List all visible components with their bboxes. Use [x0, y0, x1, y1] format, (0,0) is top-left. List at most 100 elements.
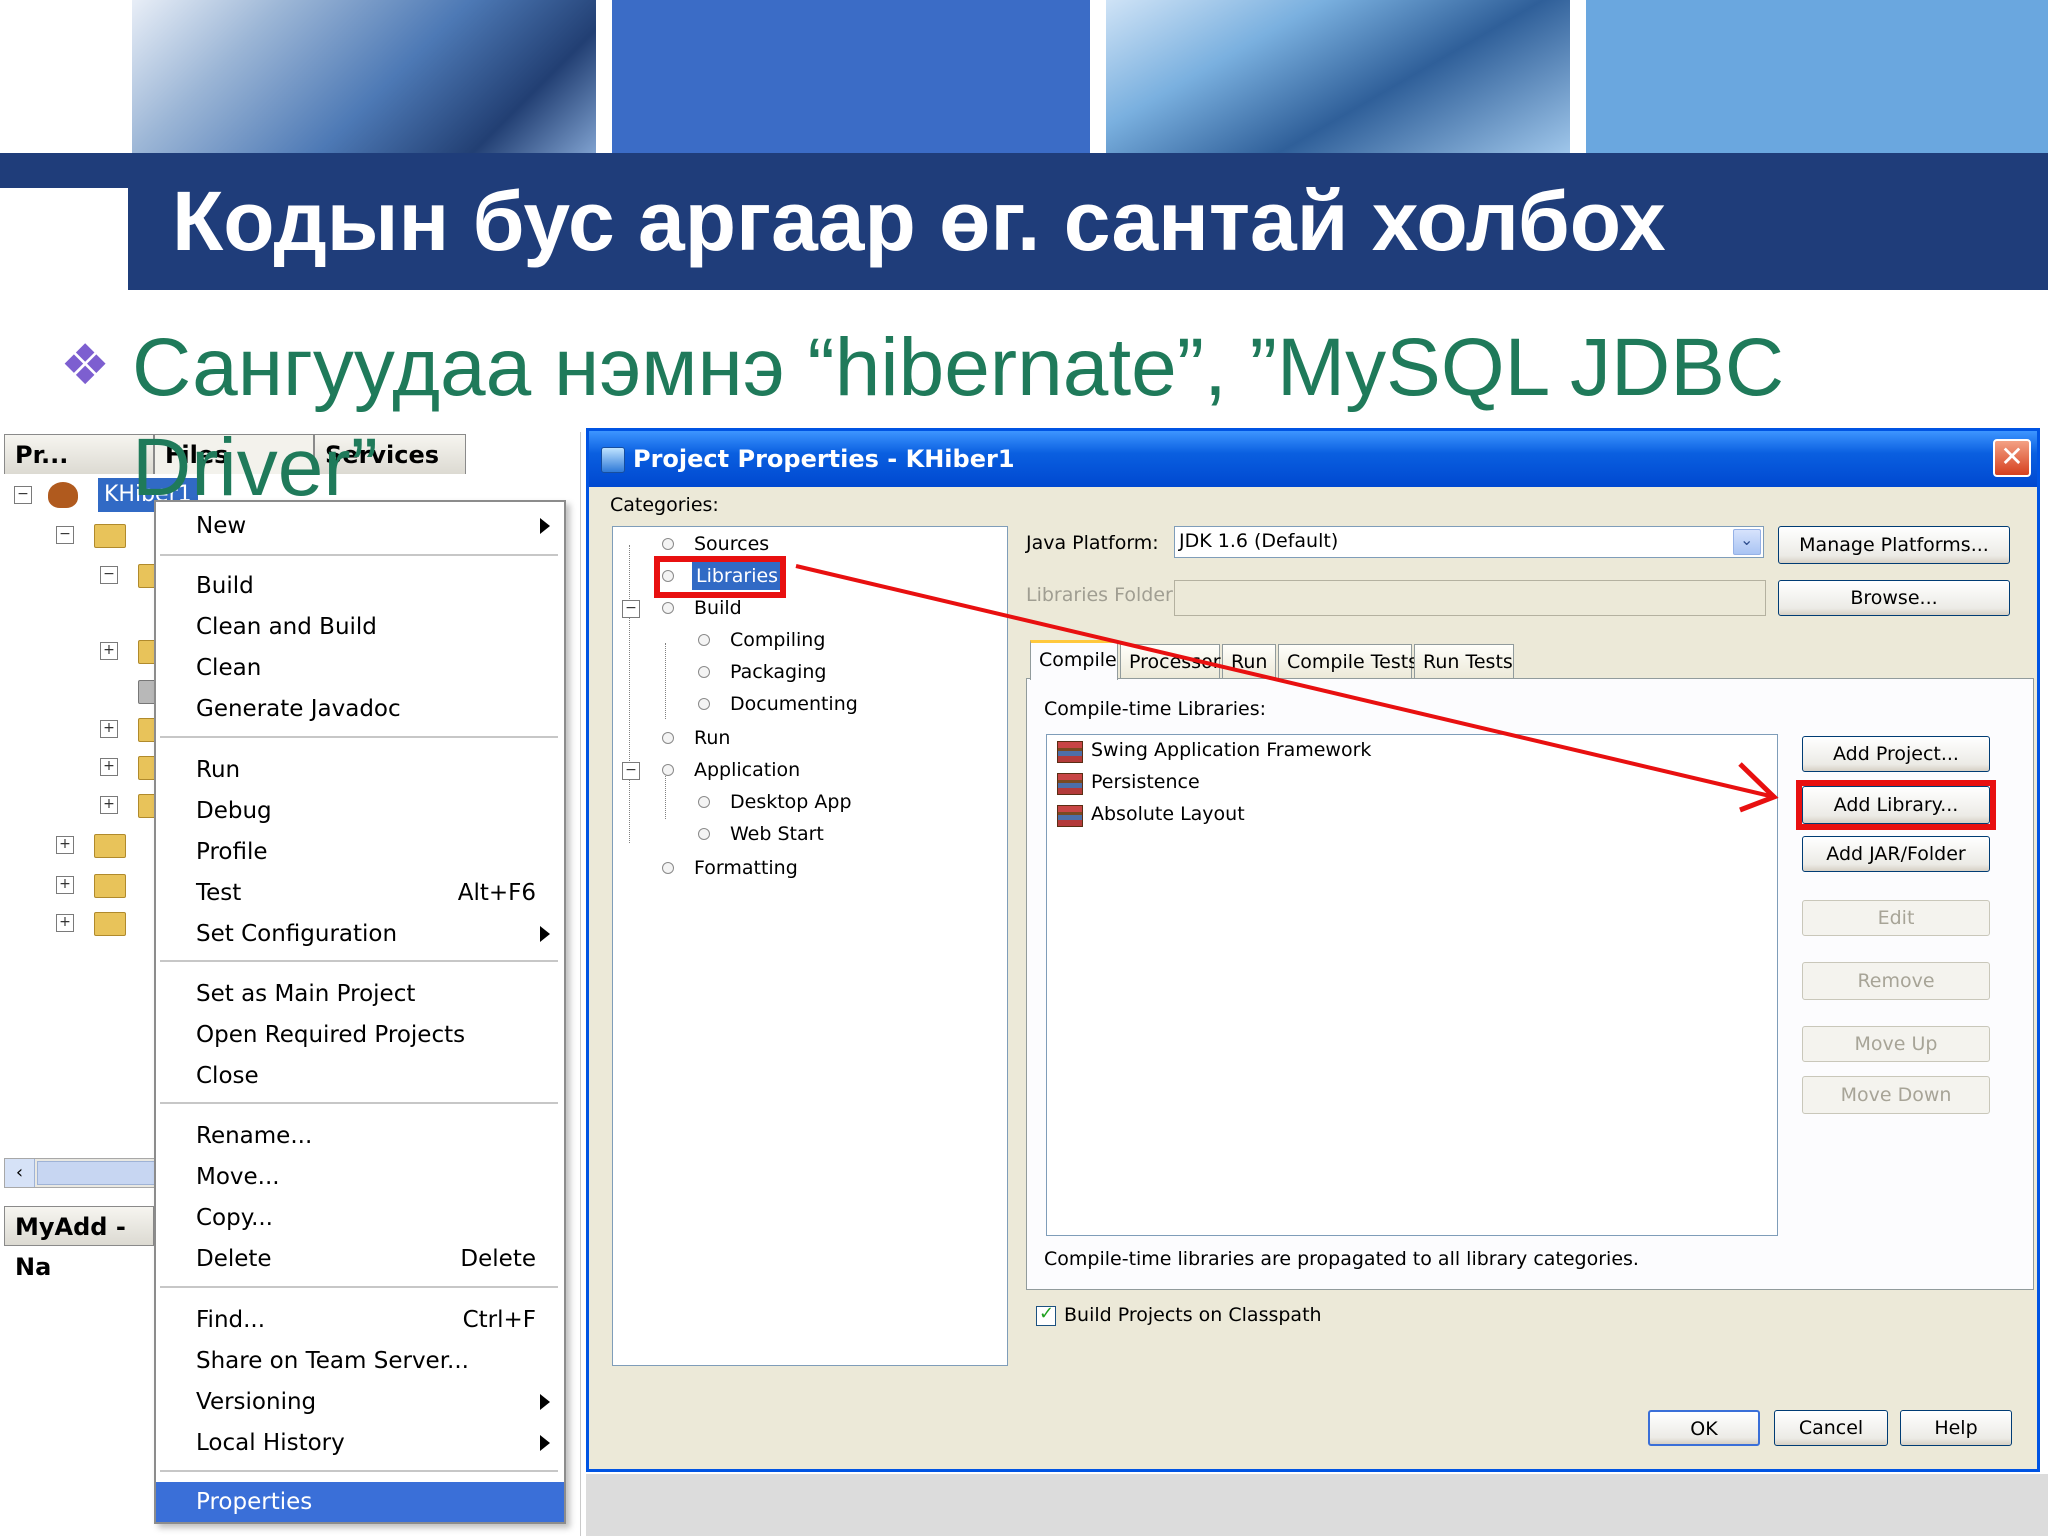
add-project-button[interactable]: Add Project... — [1802, 736, 1990, 772]
menu-item-rename[interactable]: Rename... — [156, 1116, 564, 1156]
tree-guide — [629, 545, 630, 843]
tree-guide — [665, 643, 666, 719]
menu-separator — [160, 1470, 558, 1472]
tab-compile-tests[interactable]: Compile Tests — [1278, 644, 1418, 678]
menu-item-open-required-projects[interactable]: Open Required Projects — [156, 1015, 564, 1055]
libraries-folder-label: Libraries Folder: — [1026, 584, 1179, 606]
menu-item-copy[interactable]: Copy... — [156, 1198, 564, 1238]
remove-button[interactable]: Remove — [1802, 962, 1990, 1000]
node-icon — [698, 698, 710, 710]
project-cube-icon — [601, 447, 625, 473]
node-icon — [698, 796, 710, 808]
collapse-icon[interactable]: − — [100, 566, 118, 584]
expand-icon[interactable]: + — [56, 836, 74, 854]
collapse-icon[interactable]: − — [622, 600, 640, 618]
collapse-icon[interactable]: − — [56, 526, 74, 544]
build-on-classpath-checkbox[interactable]: ✓ — [1036, 1303, 1056, 1326]
menu-item-set-configuration[interactable]: Set Configuration — [156, 914, 564, 954]
node-icon — [698, 634, 710, 646]
help-button[interactable]: Help — [1900, 1410, 2012, 1446]
libraries-icon — [94, 874, 126, 898]
header-image-hands — [132, 0, 596, 153]
menu-item-clean-and-build[interactable]: Clean and Build — [156, 607, 564, 647]
menu-item-debug[interactable]: Debug — [156, 791, 564, 831]
manage-platforms-button[interactable]: Manage Platforms... — [1778, 526, 2010, 564]
menu-item-move[interactable]: Move... — [156, 1157, 564, 1197]
menu-item-close[interactable]: Close — [156, 1056, 564, 1096]
menu-separator — [160, 1286, 558, 1288]
chevron-down-icon[interactable]: ⌄ — [1733, 529, 1761, 555]
java-platform-select[interactable]: JDK 1.6 (Default) ⌄ — [1174, 526, 1764, 558]
menu-item-local-history[interactable]: Local History — [156, 1423, 564, 1463]
tab-run-tests[interactable]: Run Tests — [1414, 644, 1514, 678]
tree-node-package[interactable]: + — [100, 788, 170, 822]
tree-node-package[interactable]: + — [100, 750, 170, 784]
tree-node-libraries[interactable]: + — [56, 868, 146, 902]
chevron-left-icon[interactable]: ‹ — [5, 1159, 35, 1187]
title-notch — [0, 188, 128, 290]
menu-item-delete[interactable]: Delete Delete — [156, 1239, 564, 1279]
tree-node-package[interactable]: + — [100, 634, 170, 668]
compile-libraries-list[interactable]: Swing Application Framework Persistence … — [1046, 734, 1778, 1236]
browse-button[interactable]: Browse... — [1778, 580, 2010, 616]
ok-button[interactable]: OK — [1648, 1410, 1760, 1446]
menu-item-versioning[interactable]: Versioning — [156, 1382, 564, 1422]
categories-label: Categories: — [610, 494, 719, 516]
node-icon — [662, 732, 674, 744]
header-block-blue — [612, 0, 1090, 153]
menu-item-set-as-main-project[interactable]: Set as Main Project — [156, 974, 564, 1014]
menu-item-generate-javadoc[interactable]: Generate Javadoc — [156, 689, 564, 729]
java-platform-label: Java Platform: — [1026, 532, 1159, 554]
dialog-title: Project Properties - KHiber1 — [633, 445, 1015, 473]
node-icon — [698, 828, 710, 840]
submenu-arrow-icon — [540, 1394, 550, 1410]
cancel-button[interactable]: Cancel — [1774, 1410, 1888, 1446]
move-up-button[interactable]: Move Up — [1802, 1026, 1990, 1062]
tab-myadd-navigator[interactable]: MyAdd - Na — [4, 1206, 154, 1281]
tab-processor[interactable]: Processor — [1120, 644, 1221, 678]
tree-node-test-packages[interactable]: + — [56, 828, 146, 862]
close-icon[interactable]: ✕ — [1993, 439, 2031, 477]
menu-item-properties[interactable]: Properties — [156, 1482, 564, 1522]
tree-node-package[interactable]: − — [100, 558, 170, 592]
menu-item-profile[interactable]: Profile — [156, 832, 564, 872]
library-books-icon — [1057, 805, 1083, 827]
tree-node-source-packages[interactable]: − — [56, 518, 146, 552]
folder-icon — [94, 524, 126, 548]
expand-icon[interactable]: + — [100, 796, 118, 814]
expand-icon[interactable]: + — [100, 720, 118, 738]
menu-item-run[interactable]: Run — [156, 750, 564, 790]
libraries-folder-field[interactable] — [1174, 580, 1766, 616]
submenu-arrow-icon — [540, 926, 550, 942]
menu-separator — [160, 1102, 558, 1104]
add-jar-folder-button[interactable]: Add JAR/Folder — [1802, 836, 1990, 872]
propagation-note: Compile-time libraries are propagated to… — [1044, 1248, 1639, 1270]
tab-run[interactable]: Run — [1222, 644, 1276, 678]
header-image-building — [1106, 0, 1570, 153]
expand-icon[interactable]: + — [56, 914, 74, 932]
expand-icon[interactable]: + — [56, 876, 74, 894]
menu-item-clean[interactable]: Clean — [156, 648, 564, 688]
dialog-title-bar[interactable]: Project Properties - KHiber1 ✕ — [589, 431, 2037, 487]
node-icon — [698, 666, 710, 678]
collapse-icon[interactable]: − — [14, 486, 32, 504]
tree-node-file[interactable] — [100, 674, 170, 708]
expand-icon[interactable]: + — [100, 642, 118, 660]
menu-separator — [160, 736, 558, 738]
collapse-icon[interactable]: − — [622, 762, 640, 780]
edit-button[interactable]: Edit — [1802, 900, 1990, 936]
menu-item-test[interactable]: Test Alt+F6 — [156, 873, 564, 913]
expand-icon[interactable]: + — [100, 758, 118, 776]
tree-node-package[interactable]: + — [100, 712, 170, 746]
checkmark-icon: ✓ — [1039, 1303, 1055, 1324]
build-on-classpath-label: Build Projects on Classpath — [1064, 1304, 1322, 1326]
menu-item-share-on-team-server[interactable]: Share on Team Server... — [156, 1341, 564, 1381]
menu-item-find[interactable]: Find... Ctrl+F — [156, 1300, 564, 1340]
tab-compile[interactable]: Compile — [1030, 640, 1118, 680]
tree-node-test-libraries[interactable]: + — [56, 906, 146, 940]
menu-item-build[interactable]: Build — [156, 566, 564, 606]
library-books-icon — [1057, 741, 1083, 763]
move-down-button[interactable]: Move Down — [1802, 1076, 1990, 1114]
annotation-add-library-highlight — [1796, 780, 1996, 830]
node-icon — [662, 862, 674, 874]
